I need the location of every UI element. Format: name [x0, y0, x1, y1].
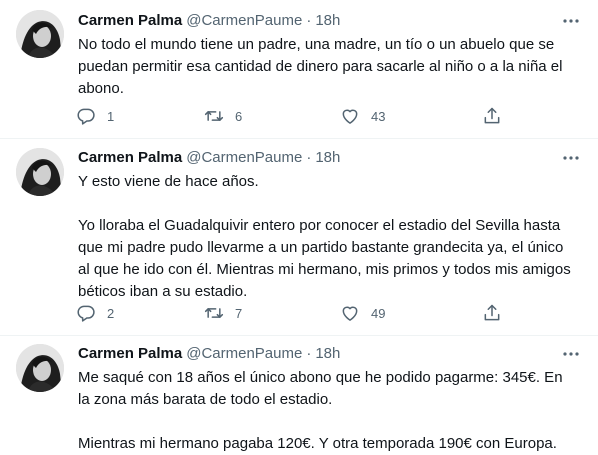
- tweet-header: Carmen Palma @CarmenPaume · 18h: [78, 11, 340, 31]
- retweet-button[interactable]: 6: [202, 104, 242, 128]
- share-icon: [480, 301, 504, 325]
- retweet-button[interactable]: 7: [202, 301, 242, 325]
- retweet-count: 7: [235, 305, 243, 321]
- timestamp[interactable]: 18h: [315, 12, 340, 29]
- tweet-paragraph: No todo el mundo tiene un padre, una mad…: [78, 36, 563, 97]
- like-count: 43: [371, 108, 386, 124]
- timestamp[interactable]: 18h: [315, 149, 340, 166]
- user-handle[interactable]: @CarmenPaume: [186, 345, 302, 362]
- tweet-actions: 1 6 43: [74, 104, 514, 128]
- separator-dot: ·: [306, 12, 312, 29]
- tweet-paragraph: Me saqué con 18 años el único abono que …: [78, 369, 563, 408]
- tweet-text: Me saqué con 18 años el único abono que …: [78, 367, 578, 455]
- tweet[interactable]: Carmen Palma @CarmenPaume · 18h Me saqué co…: [0, 336, 598, 452]
- retweet-count: 6: [235, 108, 243, 124]
- tweet-text: Y esto viene de hace años. Yo lloraba el…: [78, 171, 578, 303]
- more-horizontal-icon[interactable]: [562, 345, 580, 363]
- tweet-paragraph: Mientras mi hermano pagaba 120€. Y otra …: [78, 435, 557, 452]
- reply-button[interactable]: 1: [74, 104, 114, 128]
- separator-dot: ·: [306, 149, 312, 166]
- reply-button[interactable]: 2: [74, 301, 114, 325]
- timestamp[interactable]: 18h: [315, 345, 340, 362]
- share-button[interactable]: [480, 104, 504, 128]
- retweet-icon: [202, 301, 226, 325]
- avatar[interactable]: [16, 10, 64, 58]
- more-horizontal-icon[interactable]: [562, 149, 580, 167]
- tweet-paragraph: Y esto viene de hace años.: [78, 173, 259, 190]
- tweet-header: Carmen Palma @CarmenPaume · 18h: [78, 148, 340, 168]
- avatar[interactable]: [16, 344, 64, 392]
- reply-icon: [74, 301, 98, 325]
- reply-count: 1: [107, 108, 115, 124]
- heart-icon: [338, 301, 362, 325]
- display-name[interactable]: Carmen Palma: [78, 149, 182, 166]
- retweet-icon: [202, 104, 226, 128]
- share-button[interactable]: [480, 301, 504, 325]
- like-button[interactable]: 49: [338, 301, 385, 325]
- tweet[interactable]: Carmen Palma @CarmenPaume · 18h No todo el …: [0, 0, 598, 139]
- share-icon: [480, 104, 504, 128]
- tweet-paragraph: Yo lloraba el Guadalquivir entero por co…: [78, 217, 571, 300]
- tweet-actions: 2 7 49: [74, 301, 514, 325]
- user-handle[interactable]: @CarmenPaume: [186, 12, 302, 29]
- user-handle[interactable]: @CarmenPaume: [186, 149, 302, 166]
- display-name[interactable]: Carmen Palma: [78, 345, 182, 362]
- display-name[interactable]: Carmen Palma: [78, 12, 182, 29]
- like-button[interactable]: 43: [338, 104, 385, 128]
- reply-icon: [74, 104, 98, 128]
- avatar[interactable]: [16, 148, 64, 196]
- separator-dot: ·: [306, 345, 312, 362]
- tweet-header: Carmen Palma @CarmenPaume · 18h: [78, 344, 340, 364]
- like-count: 49: [371, 305, 386, 321]
- heart-icon: [338, 104, 362, 128]
- tweet-thread: Carmen Palma @CarmenPaume · 18h No todo el …: [0, 0, 598, 452]
- reply-count: 2: [107, 305, 115, 321]
- more-horizontal-icon[interactable]: [562, 12, 580, 30]
- tweet[interactable]: Carmen Palma @CarmenPaume · 18h Y esto vien…: [0, 139, 598, 336]
- tweet-text: No todo el mundo tiene un padre, una mad…: [78, 34, 578, 100]
